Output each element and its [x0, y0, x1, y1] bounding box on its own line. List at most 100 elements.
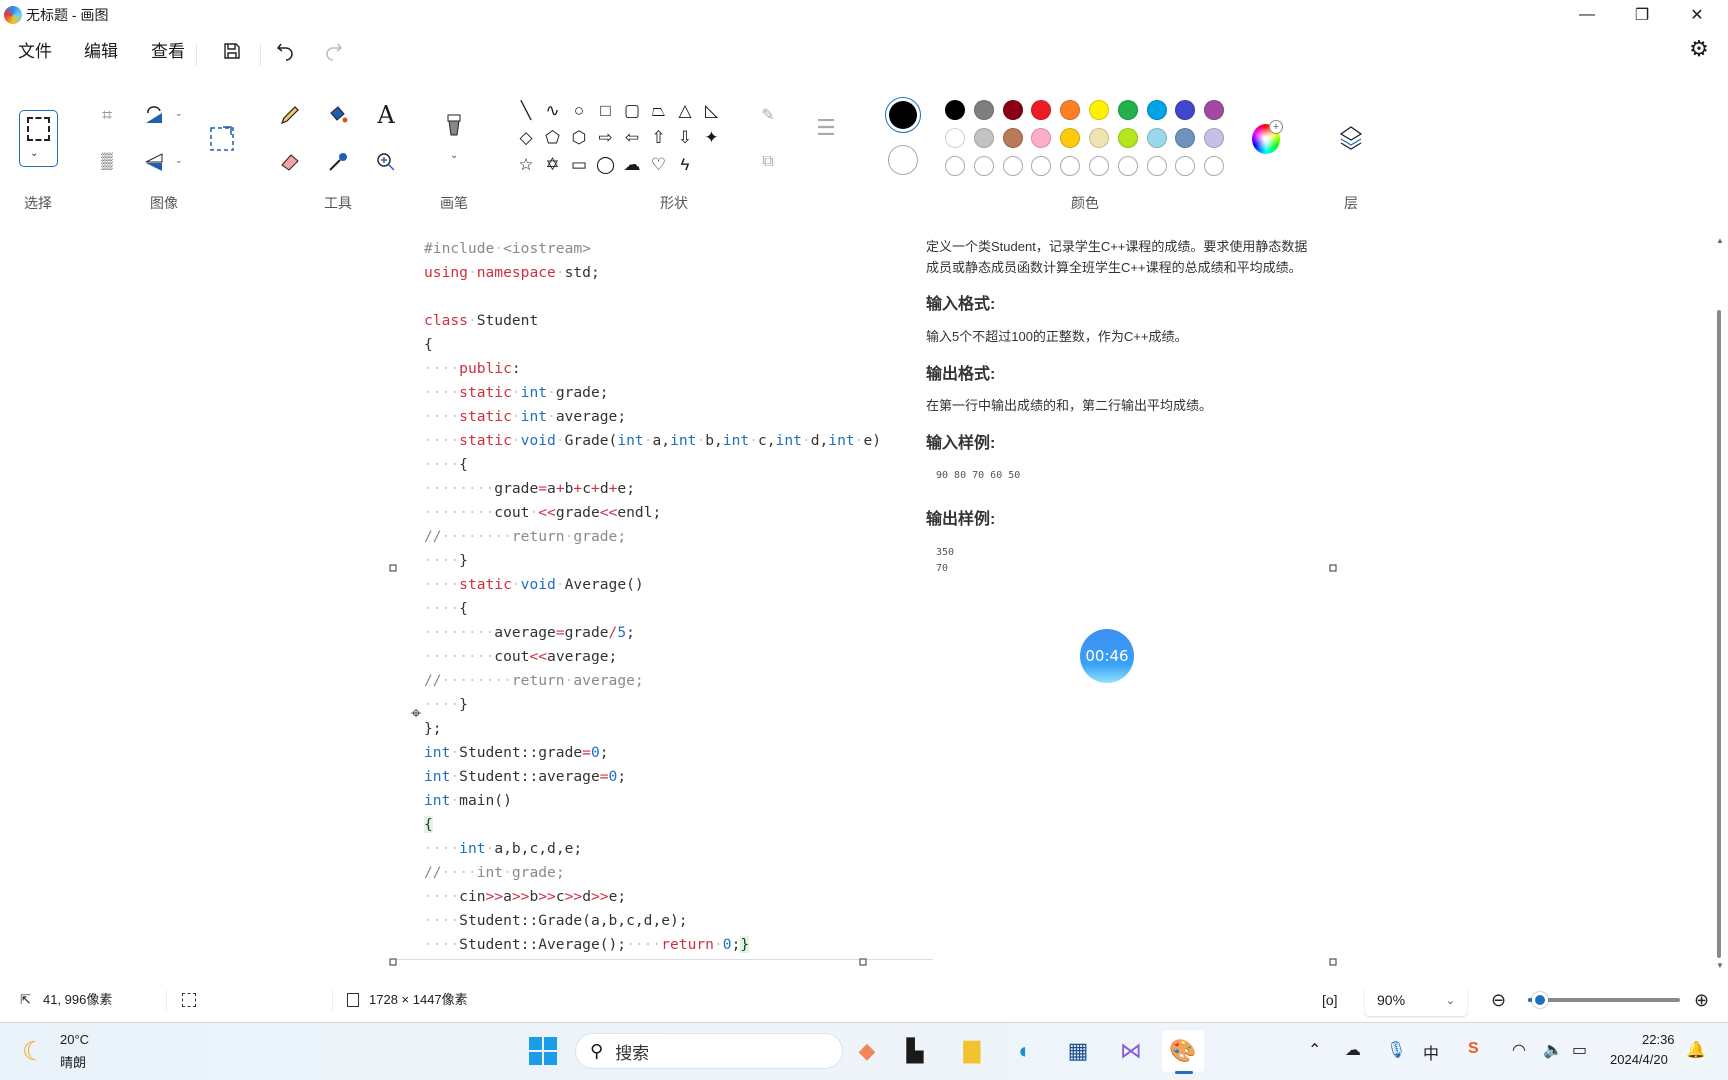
chevron-down-icon[interactable]: ⌄ [175, 155, 183, 166]
taskbar-app-terminal[interactable]: ▙ [894, 1030, 936, 1072]
right-arrow-shape-icon[interactable]: ⇨ [594, 126, 618, 150]
pentagon-shape-icon[interactable]: ⬠ [541, 126, 565, 150]
custom-color-slot[interactable] [1204, 156, 1225, 176]
shape-size-button[interactable]: ☰ [812, 114, 840, 142]
color-swatch[interactable] [1002, 128, 1023, 148]
color-swatch[interactable] [1031, 100, 1052, 120]
color-swatch[interactable] [1089, 100, 1109, 120]
menu-view[interactable]: 查看 [145, 38, 191, 66]
custom-color-slot[interactable] [1089, 156, 1109, 176]
text-tool[interactable]: A [372, 101, 400, 129]
magnifier-tool[interactable] [372, 148, 400, 176]
zoom-slider-thumb[interactable] [1532, 992, 1549, 1008]
battery-icon[interactable]: ▭ [1572, 1040, 1587, 1060]
hexagon-shape-icon[interactable]: ⬡ [567, 126, 591, 150]
secondary-color-button[interactable] [888, 145, 918, 175]
minimize-button[interactable]: — [1562, 2, 1612, 28]
color-swatch[interactable] [1089, 128, 1109, 148]
taskbar-app-visual-studio[interactable]: ⋈ [1110, 1030, 1152, 1072]
pencil-tool[interactable] [276, 101, 304, 129]
left-arrow-shape-icon[interactable]: ⇦ [620, 126, 644, 150]
four-point-star-shape-icon[interactable]: ✦ [700, 126, 724, 150]
sogou-input-icon[interactable]: S [1468, 1040, 1479, 1058]
taskbar-app-edge[interactable]: ◐ [1004, 1030, 1046, 1072]
five-point-star-shape-icon[interactable]: ☆ [514, 153, 538, 177]
taskbar-app-file-explorer[interactable]: ▇ [951, 1030, 993, 1072]
oval-shape-icon[interactable]: ○ [567, 99, 591, 123]
right-triangle-shape-icon[interactable]: ◺ [700, 99, 724, 123]
taskbar-search-box[interactable]: ⚲ 搜索 [575, 1033, 843, 1069]
rotate-button[interactable] [140, 101, 168, 129]
color-swatch[interactable] [1175, 128, 1196, 148]
outline-button[interactable]: ✎ [754, 101, 782, 129]
custom-color-slot[interactable] [1175, 156, 1196, 176]
ime-indicator[interactable]: 中 [1423, 1040, 1439, 1064]
settings-button[interactable]: ⚙ [1683, 34, 1715, 64]
show-hidden-icons-button[interactable]: ⌃ [1308, 1040, 1321, 1060]
undo-button[interactable] [270, 36, 302, 66]
color-swatch[interactable] [1146, 128, 1167, 148]
scroll-down-arrow[interactable]: ▼ [1716, 961, 1724, 970]
color-swatch[interactable] [1146, 100, 1167, 120]
custom-color-slot[interactable] [1117, 156, 1138, 176]
color-swatch[interactable] [1060, 100, 1081, 120]
clock-time[interactable]: 22:36 [1642, 1032, 1675, 1047]
heart-shape-icon[interactable]: ♡ [647, 153, 671, 177]
edit-colors-button[interactable]: + [1252, 120, 1283, 154]
color-swatch[interactable] [1117, 128, 1138, 148]
resize-button[interactable] [208, 124, 236, 152]
resize-handle-bottom-right[interactable] [1329, 958, 1337, 966]
down-arrow-shape-icon[interactable]: ⇩ [673, 126, 697, 150]
weather-moon-icon[interactable]: ☾ [22, 1036, 45, 1067]
scroll-up-arrow[interactable]: ▲ [1716, 236, 1724, 245]
resize-handle-right[interactable] [1329, 564, 1337, 572]
layers-button[interactable] [1337, 124, 1365, 152]
color-swatch[interactable] [1060, 128, 1081, 148]
flip-button[interactable] [140, 148, 168, 176]
notification-bell-icon[interactable]: 🔔 [1686, 1040, 1706, 1060]
start-button[interactable] [522, 1030, 564, 1072]
remove-background-icon[interactable]: ▒ [93, 148, 121, 176]
color-picker-tool[interactable] [324, 148, 352, 176]
taskbar-app-store[interactable]: ▦ [1057, 1030, 1099, 1072]
chevron-down-icon[interactable]: ⌄ [175, 108, 183, 119]
crop-icon[interactable]: ⌗ [93, 101, 121, 129]
up-arrow-shape-icon[interactable]: ⇧ [647, 126, 671, 150]
menu-file[interactable]: 文件 [12, 38, 58, 66]
resize-handle-bottom[interactable] [859, 958, 867, 966]
zoom-in-button[interactable]: ⊕ [1694, 988, 1709, 1012]
custom-color-slot[interactable] [945, 156, 965, 176]
fill-tool[interactable] [324, 101, 352, 129]
six-point-star-shape-icon[interactable]: ✡ [541, 153, 565, 177]
resize-handle-bottom-left[interactable] [389, 958, 397, 966]
select-tool-button[interactable]: ⌄ [19, 110, 58, 167]
weather-description[interactable]: 晴朗 [60, 1052, 86, 1071]
color-swatch[interactable] [945, 100, 965, 120]
color-swatch[interactable] [1204, 128, 1225, 148]
microphone-icon[interactable]: 🎙 [1386, 1040, 1406, 1060]
brush-button[interactable] [440, 114, 468, 142]
restore-button[interactable]: ❐ [1617, 2, 1667, 28]
custom-color-slot[interactable] [1060, 156, 1081, 176]
color-swatch[interactable] [945, 128, 965, 148]
oval-callout-shape-icon[interactable]: ◯ [594, 153, 618, 177]
color-swatch[interactable] [973, 100, 994, 120]
rectangle-shape-icon[interactable]: □ [594, 99, 618, 123]
triangle-shape-icon[interactable]: △ [673, 99, 697, 123]
color-swatch[interactable] [1204, 100, 1225, 120]
taskbar-app-paint[interactable]: 🎨 [1162, 1030, 1204, 1072]
taskbar-app-copilot[interactable]: ◆ [846, 1030, 888, 1072]
diamond-shape-icon[interactable]: ◇ [514, 126, 538, 150]
fit-to-window-button[interactable]: [o] [1322, 988, 1338, 1012]
chevron-down-icon[interactable]: ⌄ [450, 150, 458, 161]
wifi-icon[interactable]: ◠ [1512, 1040, 1526, 1060]
rounded-callout-shape-icon[interactable]: ▭ [567, 153, 591, 177]
primary-color-button[interactable] [885, 97, 921, 133]
menu-edit[interactable]: 编辑 [78, 38, 124, 66]
color-swatch[interactable] [1031, 128, 1052, 148]
cloud-callout-shape-icon[interactable]: ☁ [620, 153, 644, 177]
clock-date[interactable]: 2024/4/20 [1610, 1052, 1668, 1067]
polygon-shape-icon[interactable]: ⏢ [647, 99, 671, 123]
color-swatch[interactable] [973, 128, 994, 148]
onedrive-icon[interactable]: ☁ [1345, 1040, 1361, 1060]
